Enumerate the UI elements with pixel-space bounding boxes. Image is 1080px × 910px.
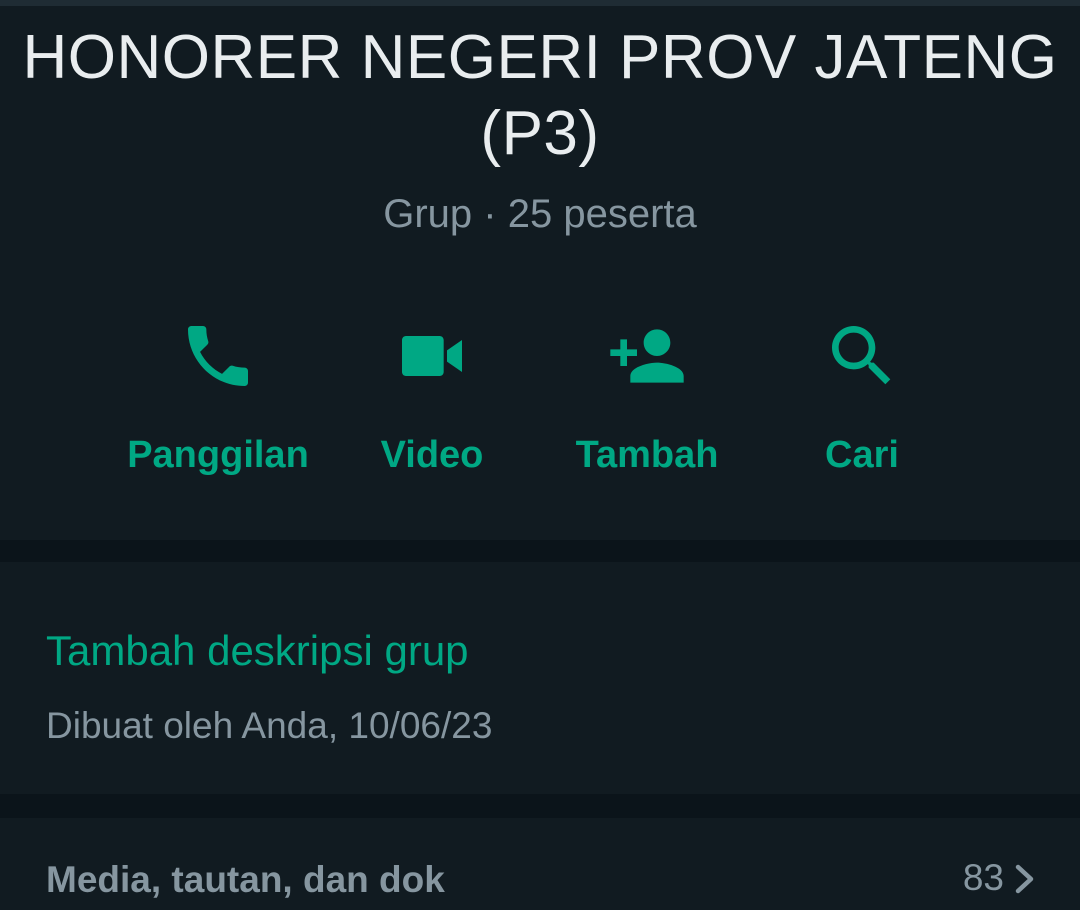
description-card: Tambah deskripsi grup Dibuat oleh Anda, … xyxy=(0,562,1080,794)
search-button[interactable]: Cari xyxy=(752,306,972,496)
add-description-link[interactable]: Tambah deskripsi grup xyxy=(46,626,469,676)
chevron-right-icon xyxy=(1014,864,1036,894)
video-button[interactable]: Video xyxy=(322,306,542,496)
video-label: Video xyxy=(380,434,484,476)
created-info: Dibuat oleh Anda, 10/06/23 xyxy=(46,705,493,746)
add-participant-button[interactable]: Tambah xyxy=(537,306,757,496)
group-header-card: HONORER NEGERI PROV JATENG (P3) Grup · 2… xyxy=(0,6,1080,540)
media-label: Media, tautan, dan dok xyxy=(46,859,445,900)
phone-icon xyxy=(178,316,258,396)
media-links-docs-row[interactable]: Media, tautan, dan dok 83 xyxy=(0,818,1080,910)
video-camera-icon xyxy=(392,316,472,396)
add-participant-label: Tambah xyxy=(575,434,719,476)
group-name: HONORER NEGERI PROV JATENG (P3) xyxy=(22,23,1058,168)
media-count: 83 xyxy=(962,857,1004,898)
call-button[interactable]: Panggilan xyxy=(108,306,328,496)
group-info-screen: HONORER NEGERI PROV JATENG (P3) Grup · 2… xyxy=(0,0,1080,910)
group-subtitle: Grup · 25 peserta xyxy=(383,192,697,236)
search-icon xyxy=(822,316,902,396)
search-label: Cari xyxy=(825,434,899,476)
call-label: Panggilan xyxy=(127,434,309,476)
add-person-icon xyxy=(607,316,687,396)
